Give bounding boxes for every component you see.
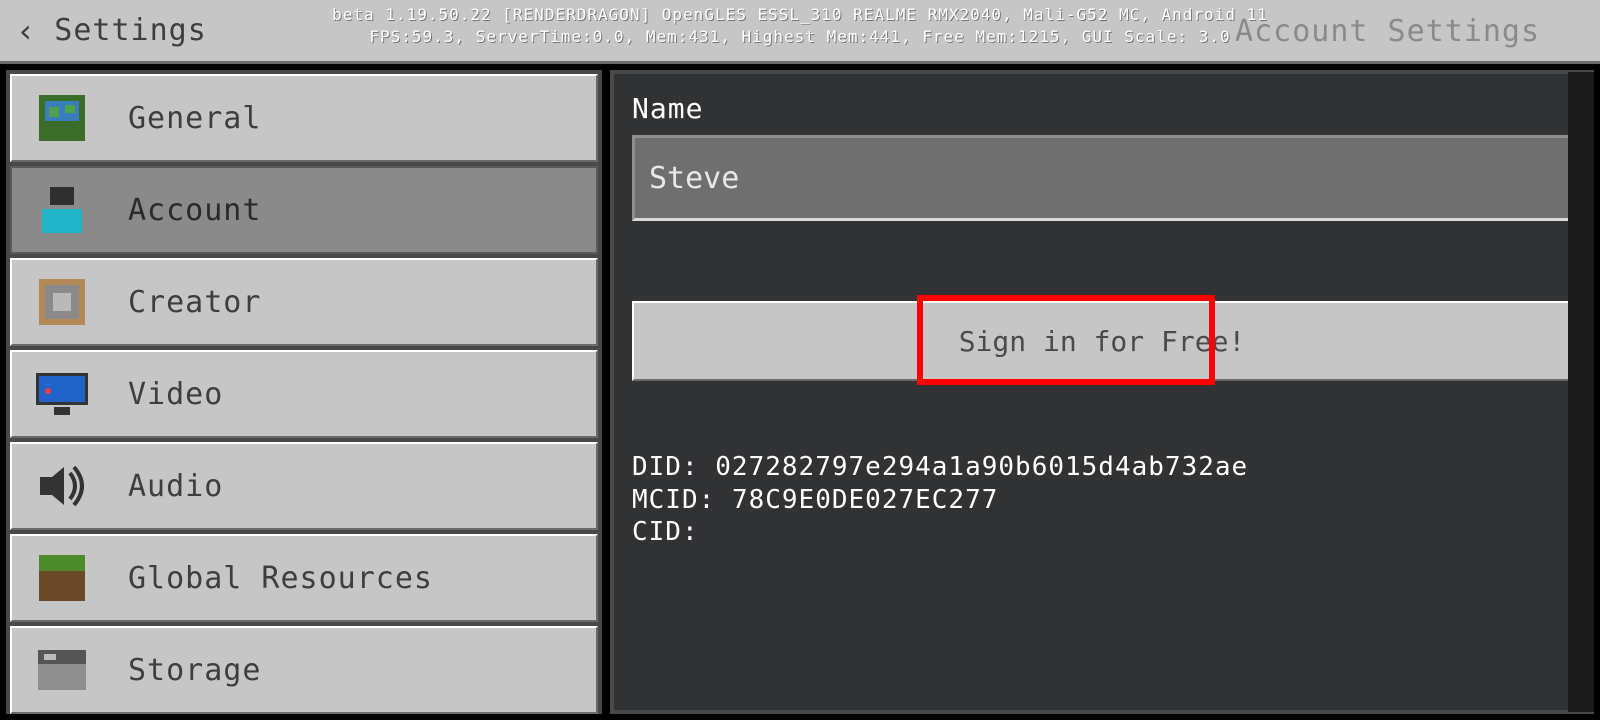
chevron-left-icon: ‹ [16, 15, 36, 47]
name-label: Name [632, 92, 1572, 125]
panel-title-faded: Account Settings [1235, 14, 1540, 49]
speaker-icon [36, 460, 88, 512]
main-area: General Account Creator Video Audio [0, 64, 1600, 720]
topbar-title: Settings [54, 13, 207, 48]
sidebar-item-storage[interactable]: Storage [10, 626, 598, 714]
sidebar-item-label: Video [128, 377, 223, 412]
name-input[interactable] [632, 135, 1572, 221]
globe-icon [36, 92, 88, 144]
sidebar-item-label: Audio [128, 469, 223, 504]
sidebar-item-label: General [128, 101, 261, 136]
account-ids: DID: 027282797e294a1a90b6015d4ab732ae MC… [632, 451, 1572, 549]
account-panel: Name Sign in for Free! DID: 027282797e29… [614, 74, 1590, 710]
sidebar-item-audio[interactable]: Audio [10, 442, 598, 530]
sidebar-item-video[interactable]: Video [10, 350, 598, 438]
sidebar-item-label: Storage [128, 653, 261, 688]
sidebar-item-label: Account [128, 193, 261, 228]
storage-icon [36, 644, 88, 696]
settings-topbar: ‹ Settings Account Settings beta 1.19.50… [0, 0, 1600, 64]
sidebar-item-label: Creator [128, 285, 261, 320]
settings-sidebar: General Account Creator Video Audio [6, 70, 602, 714]
profile-icon [36, 184, 88, 236]
content-panel-wrap: Name Sign in for Free! DID: 027282797e29… [610, 70, 1594, 714]
signin-wrap: Sign in for Free! [632, 301, 1572, 381]
sidebar-item-account[interactable]: Account [10, 166, 598, 254]
command-block-icon [36, 276, 88, 328]
monitor-icon [36, 368, 88, 420]
sidebar-item-global-resources[interactable]: Global Resources [10, 534, 598, 622]
debug-overlay: beta 1.19.50.22 [RENDERDRAGON] OpenGLES … [0, 4, 1600, 47]
scrollbar[interactable] [1568, 72, 1594, 712]
back-button[interactable]: ‹ Settings [16, 0, 207, 61]
sidebar-item-general[interactable]: General [10, 74, 598, 162]
sidebar-item-creator[interactable]: Creator [10, 258, 598, 346]
sign-in-button[interactable]: Sign in for Free! [632, 301, 1572, 381]
grass-block-icon [36, 552, 88, 604]
sidebar-item-label: Global Resources [128, 561, 433, 596]
